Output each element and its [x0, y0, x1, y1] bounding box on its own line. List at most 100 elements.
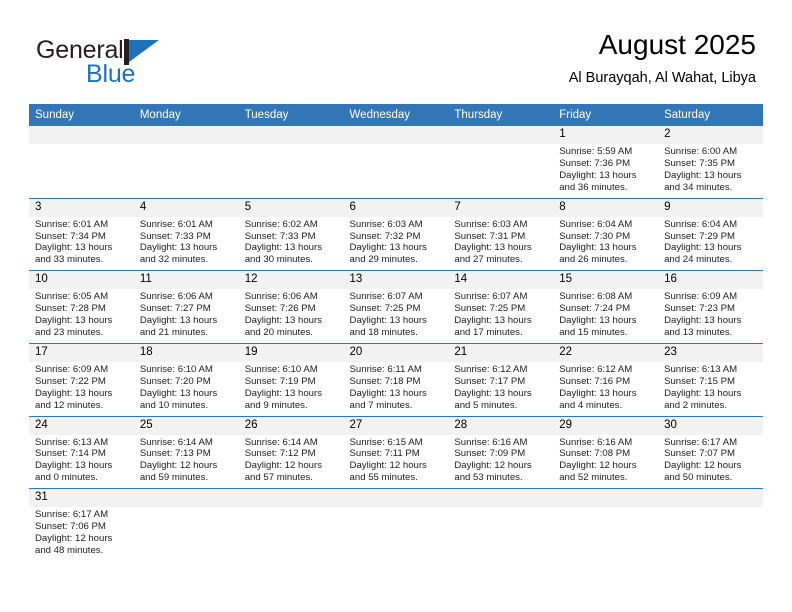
- logo-triangle-icon: [129, 40, 159, 62]
- sunset-text: Sunset: 7:14 PM: [35, 448, 106, 460]
- day-number: 15: [553, 271, 659, 290]
- day-number: 2: [658, 126, 763, 144]
- calendar-cell-day[interactable]: 28 Sunrise: 6:16 AM Sunset: 7:09 PM Dayligh…: [448, 416, 554, 490]
- sunrise-text: Sunrise: 6:13 AM: [35, 436, 109, 448]
- calendar-cell-day[interactable]: 14 Sunrise: 6:07 AM Sunset: 7:25 PM Dayligh…: [448, 270, 554, 344]
- sunrise-text: Sunrise: 6:05 AM: [35, 291, 109, 303]
- calendar-cell-empty: [29, 126, 134, 199]
- sunset-text: Sunset: 7:33 PM: [244, 230, 316, 242]
- calendar-cell-day[interactable]: 13 Sunrise: 6:07 AM Sunset: 7:25 PM Dayligh…: [343, 270, 449, 344]
- sunset-text: Sunset: 7:24 PM: [559, 303, 631, 315]
- day-details: Sunrise: 6:07 AM Sunset: 7:25 PM Daylight:…: [448, 289, 553, 343]
- day-details: Sunrise: 6:10 AM Sunset: 7:19 PM Daylight:…: [239, 362, 344, 416]
- daylight-text: Daylight: 12 hours and 55 minutes.: [349, 460, 427, 484]
- page-header: General Blue August 2025 Al Burayqah, Al…: [0, 0, 792, 100]
- calendar-cell-day[interactable]: 19 Sunrise: 6:10 AM Sunset: 7:19 PM Dayligh…: [238, 343, 344, 417]
- day-number: 18: [133, 343, 239, 362]
- calendar-cell-day[interactable]: 20 Sunrise: 6:11 AM Sunset: 7:18 PM Dayligh…: [343, 343, 449, 417]
- calendar-cell-day[interactable]: 1 Sunrise: 5:59 AM Sunset: 7:36 PM Daylight…: [553, 126, 659, 199]
- day-details: Sunrise: 6:13 AM Sunset: 7:14 PM Daylight:…: [29, 435, 134, 489]
- daylight-text: Daylight: 12 hours and 53 minutes.: [454, 460, 532, 484]
- calendar-cell-day[interactable]: 27 Sunrise: 6:15 AM Sunset: 7:11 PM Dayligh…: [343, 416, 449, 490]
- calendar-cell-day[interactable]: 17 Sunrise: 6:09 AM Sunset: 7:22 PM Dayligh…: [29, 343, 134, 417]
- calendar-cell-day[interactable]: 30 Sunrise: 6:17 AM Sunset: 7:07 PM Dayligh…: [658, 416, 763, 490]
- day-number: [343, 489, 449, 508]
- calendar-cell-day[interactable]: 29 Sunrise: 6:16 AM Sunset: 7:08 PM Dayligh…: [553, 416, 659, 490]
- calendar-cell-day[interactable]: 24 Sunrise: 6:13 AM Sunset: 7:14 PM Dayligh…: [29, 416, 134, 490]
- sunset-text: Sunset: 7:15 PM: [664, 375, 735, 387]
- sunrise-text: Sunrise: 6:02 AM: [244, 218, 318, 230]
- day-number: 29: [553, 416, 659, 435]
- sunrise-text: Sunrise: 6:01 AM: [35, 218, 109, 230]
- day-number: 23: [658, 343, 763, 362]
- day-number: 12: [238, 271, 344, 290]
- calendar-cell-day[interactable]: 5 Sunrise: 6:02 AM Sunset: 7:33 PM Daylight…: [238, 198, 344, 272]
- daylight-text: Daylight: 13 hours and 2 minutes.: [664, 387, 742, 411]
- calendar-cell-day[interactable]: 26 Sunrise: 6:14 AM Sunset: 7:12 PM Dayligh…: [238, 416, 344, 490]
- sunrise-text: Sunrise: 6:16 AM: [454, 436, 528, 448]
- calendar-cell-day[interactable]: 11 Sunrise: 6:06 AM Sunset: 7:27 PM Dayligh…: [133, 270, 239, 344]
- calendar-cell-day[interactable]: 2 Sunrise: 6:00 AM Sunset: 7:35 PM Daylight…: [658, 126, 763, 199]
- daylight-text: Daylight: 13 hours and 29 minutes.: [349, 242, 427, 266]
- day-number: [238, 489, 344, 508]
- calendar-cell-day[interactable]: 25 Sunrise: 6:14 AM Sunset: 7:13 PM Dayligh…: [133, 416, 239, 490]
- daylight-text: Daylight: 13 hours and 13 minutes.: [664, 315, 742, 338]
- calendar-cell-day[interactable]: 6 Sunrise: 6:03 AM Sunset: 7:32 PM Daylight…: [343, 198, 449, 272]
- calendar-cell-day[interactable]: 4 Sunrise: 6:01 AM Sunset: 7:33 PM Daylight…: [133, 198, 239, 272]
- calendar-cell-day[interactable]: 22 Sunrise: 6:12 AM Sunset: 7:16 PM Dayligh…: [553, 343, 659, 417]
- sunrise-text: Sunrise: 6:04 AM: [559, 218, 633, 230]
- day-details: Sunrise: 6:17 AM Sunset: 7:06 PM Daylight:…: [29, 507, 134, 561]
- page-title: August 2025: [598, 29, 756, 60]
- calendar-page: General Blue August 2025 Al Burayqah, Al…: [0, 0, 792, 612]
- sunrise-text: Sunrise: 6:12 AM: [454, 363, 528, 375]
- day-number: 31: [29, 489, 134, 508]
- sunrise-text: Sunrise: 6:17 AM: [664, 436, 738, 448]
- calendar-cell-empty: [133, 489, 239, 561]
- sunset-text: Sunset: 7:06 PM: [35, 521, 106, 533]
- calendar-cell-day[interactable]: 3 Sunrise: 6:01 AM Sunset: 7:34 PM Daylight…: [29, 198, 134, 272]
- weekday-header-row: Sunday Monday Tuesday Wednesday Thursday…: [29, 104, 763, 126]
- calendar-cell-day[interactable]: 16 Sunrise: 6:09 AM Sunset: 7:23 PM Dayligh…: [658, 270, 763, 344]
- day-number: 25: [133, 416, 239, 435]
- sunset-text: Sunset: 7:34 PM: [35, 230, 106, 242]
- calendar-cell-day[interactable]: 7 Sunrise: 6:03 AM Sunset: 7:31 PM Daylight…: [448, 198, 554, 272]
- calendar-cell-day[interactable]: 21 Sunrise: 6:12 AM Sunset: 7:17 PM Dayligh…: [448, 343, 554, 417]
- daylight-text: Daylight: 12 hours and 59 minutes.: [139, 460, 218, 484]
- sunset-text: Sunset: 7:22 PM: [35, 375, 106, 387]
- sunset-text: Sunset: 7:30 PM: [559, 230, 631, 242]
- calendar-cell-day[interactable]: 12 Sunrise: 6:06 AM Sunset: 7:26 PM Dayligh…: [238, 270, 344, 344]
- calendar-cell-empty: [448, 126, 554, 199]
- sunset-text: Sunset: 7:33 PM: [139, 230, 211, 242]
- sunset-text: Sunset: 7:17 PM: [454, 375, 526, 387]
- daylight-text: Daylight: 13 hours and 33 minutes.: [35, 242, 113, 266]
- weekday-header-thursday: Thursday: [448, 104, 554, 126]
- calendar-cell-day[interactable]: 18 Sunrise: 6:10 AM Sunset: 7:20 PM Dayligh…: [133, 343, 239, 417]
- day-number: 27: [343, 416, 449, 435]
- sunset-text: Sunset: 7:27 PM: [139, 303, 211, 315]
- sunset-text: Sunset: 7:36 PM: [559, 157, 631, 169]
- calendar-week-row: 17 Sunrise: 6:09 AM Sunset: 7:22 PM Dayligh…: [29, 343, 763, 417]
- day-details: Sunrise: 6:01 AM Sunset: 7:33 PM Daylight:…: [134, 217, 239, 271]
- day-number: 4: [133, 198, 239, 217]
- day-number: [133, 489, 239, 508]
- calendar-cell-day[interactable]: 9 Sunrise: 6:04 AM Sunset: 7:29 PM Daylight…: [658, 198, 763, 272]
- day-number: [448, 126, 554, 144]
- day-details: Sunrise: 6:10 AM Sunset: 7:20 PM Daylight:…: [134, 362, 239, 416]
- sunrise-text: Sunrise: 6:06 AM: [139, 291, 213, 303]
- daylight-text: Daylight: 12 hours and 48 minutes.: [35, 532, 113, 556]
- sunset-text: Sunset: 7:32 PM: [349, 230, 421, 242]
- calendar-cell-empty: [658, 489, 763, 561]
- calendar-cell-day[interactable]: 31 Sunrise: 6:17 AM Sunset: 7:06 PM Dayligh…: [29, 489, 134, 561]
- calendar-cell-day[interactable]: 23 Sunrise: 6:13 AM Sunset: 7:15 PM Dayligh…: [658, 343, 763, 417]
- daylight-text: Daylight: 13 hours and 32 minutes.: [139, 242, 218, 266]
- sunrise-text: Sunrise: 6:12 AM: [559, 363, 633, 375]
- weekday-header-saturday: Saturday: [658, 104, 763, 126]
- sunset-text: Sunset: 7:26 PM: [244, 303, 316, 315]
- calendar-cell-day[interactable]: 10 Sunrise: 6:05 AM Sunset: 7:28 PM Dayligh…: [29, 270, 134, 344]
- calendar-cell-day[interactable]: 8 Sunrise: 6:04 AM Sunset: 7:30 PM Daylight…: [553, 198, 659, 272]
- daylight-text: Daylight: 13 hours and 4 minutes.: [559, 387, 637, 411]
- calendar-week-row: 24 Sunrise: 6:13 AM Sunset: 7:14 PM Dayligh…: [29, 416, 763, 490]
- daylight-text: Daylight: 12 hours and 57 minutes.: [244, 460, 323, 484]
- day-details: Sunrise: 6:05 AM Sunset: 7:28 PM Daylight:…: [29, 289, 134, 343]
- calendar-cell-day[interactable]: 15 Sunrise: 6:08 AM Sunset: 7:24 PM Dayligh…: [553, 270, 659, 344]
